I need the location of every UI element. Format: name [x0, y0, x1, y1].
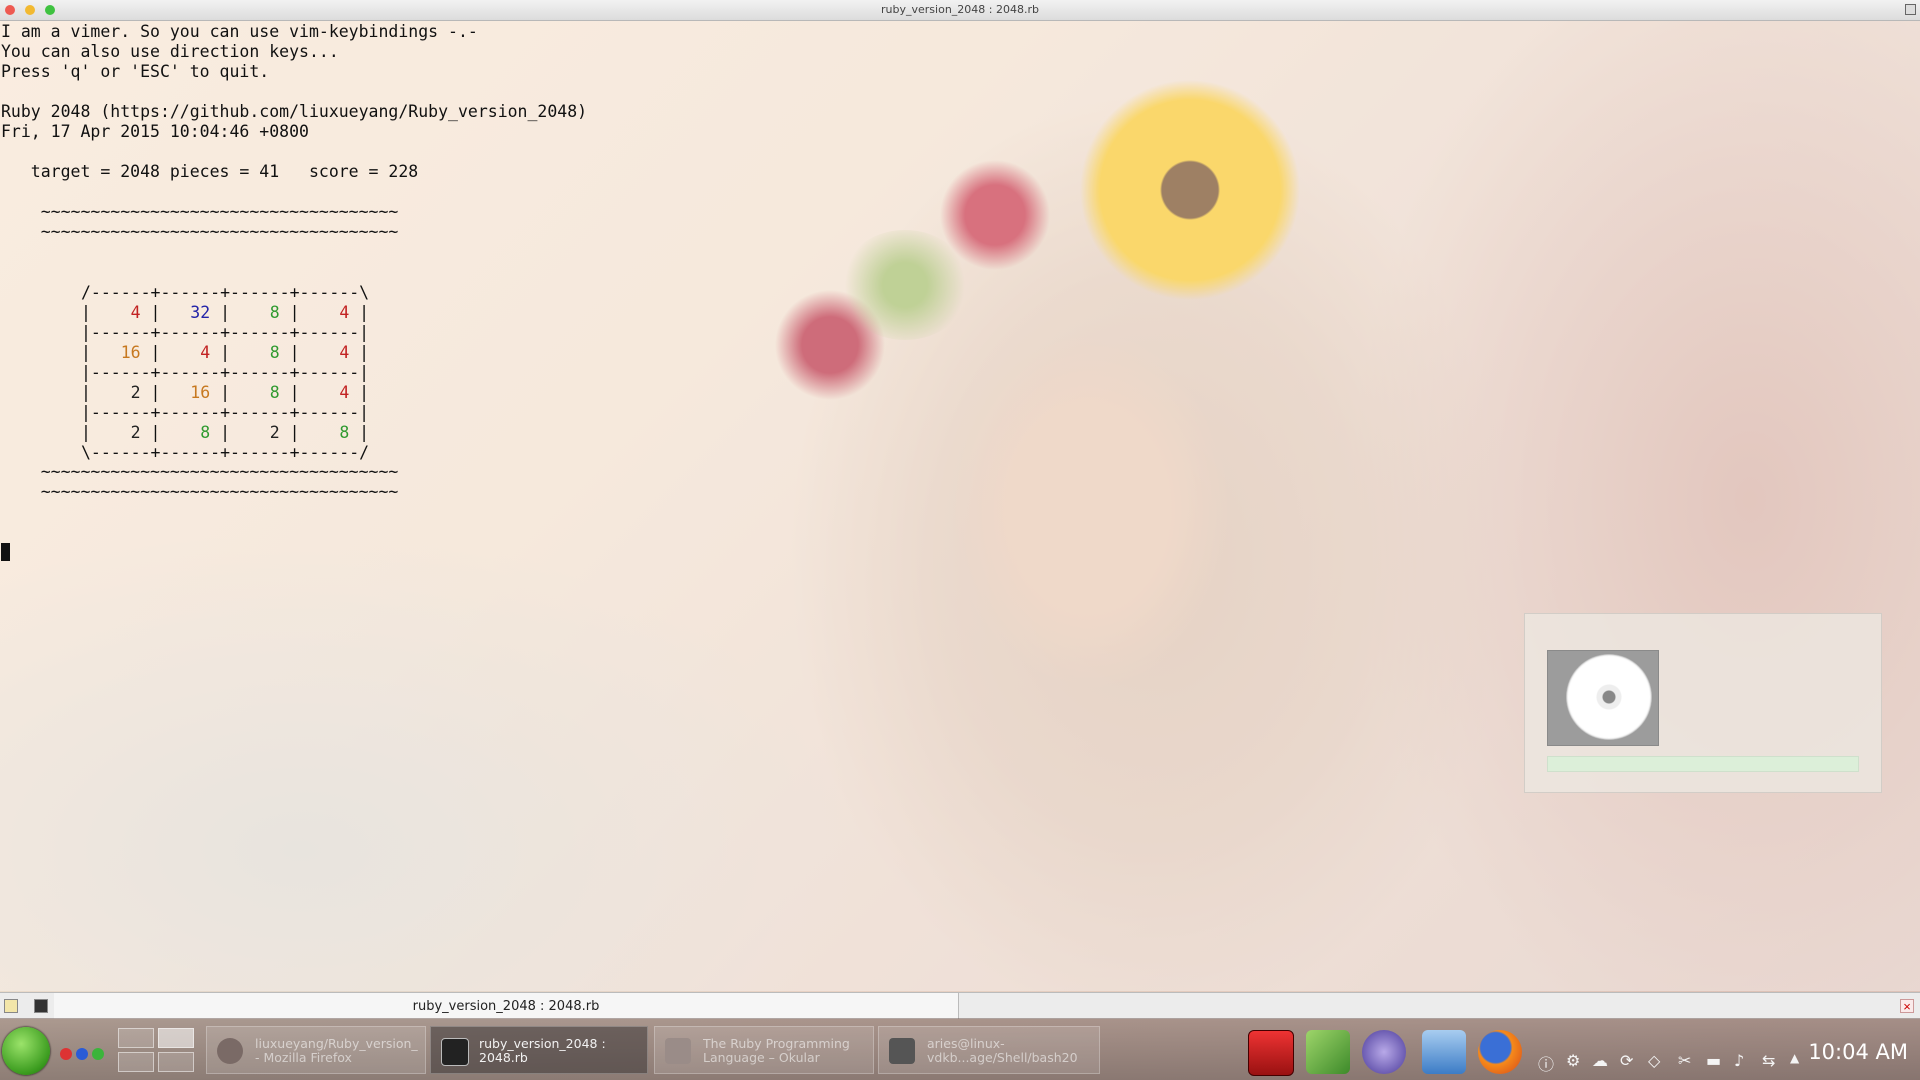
tile-value: 2 — [230, 423, 280, 442]
workspace-4[interactable] — [158, 1052, 194, 1072]
workspace-3[interactable] — [118, 1052, 154, 1072]
red-dot-icon[interactable] — [60, 1048, 72, 1060]
start-menu-button[interactable] — [2, 1027, 50, 1075]
info-icon[interactable]: ⓘ — [1538, 1051, 1554, 1075]
tray-expand-icon[interactable]: ▲ — [1790, 1051, 1799, 1065]
tile-value: 16 — [90, 343, 141, 362]
okular-icon — [665, 1038, 691, 1064]
file-manager-icon[interactable] — [1422, 1030, 1466, 1074]
keyboard-icon[interactable]: ▬ — [1706, 1051, 1721, 1070]
tile-value: 8 — [160, 423, 211, 442]
terminal-tabbar: ruby_version_2048 : 2048.rb × — [0, 992, 1920, 1019]
window-title: ruby_version_2048 : 2048.rb — [881, 3, 1039, 16]
tab-title: ruby_version_2048 : 2048.rb — [412, 999, 600, 1014]
terminal-line: Press 'q' or 'ESC' to quit. — [1, 62, 270, 81]
terminal-icon — [441, 1038, 469, 1066]
window-menu-icon[interactable] — [1905, 4, 1916, 15]
disc-icon-frame — [1547, 650, 1659, 746]
task-label: ruby_version_2048 : 2048.rb — [479, 1037, 606, 1065]
task-terminal[interactable]: ruby_version_2048 : 2048.rb — [430, 1026, 648, 1074]
window-titlebar[interactable]: ruby_version_2048 : 2048.rb — [0, 0, 1920, 21]
workspace-2[interactable] — [158, 1028, 194, 1048]
task-shell[interactable]: aries@linux- vdkb...age/Shell/bash20 — [878, 1026, 1100, 1074]
green-dot-icon[interactable] — [92, 1048, 104, 1060]
disc-icon — [1566, 654, 1652, 740]
tile-value: 2 — [90, 383, 141, 402]
tilde-border: ~~~~~~~~~~~~~~~~~~~~~~~~~~~~~~~~~~~~ — [1, 462, 399, 481]
tile-value: 2 — [90, 423, 141, 442]
clock[interactable]: 10:04 AM — [1808, 1040, 1908, 1064]
board-separator: |------+------+------+------| — [81, 403, 370, 422]
terminal-line: I am a vimer. So you can use vim-keybind… — [1, 22, 478, 41]
taskbar: liuxueyang/Ruby_version_ - Mozilla Firef… — [0, 1018, 1920, 1080]
game-board: /------+------+------+------\ | 4 | 32 | … — [81, 283, 369, 463]
task-label: aries@linux- vdkb...age/Shell/bash20 — [927, 1037, 1078, 1065]
board-separator: |------+------+------+------| — [81, 363, 370, 382]
emacs-icon[interactable] — [1362, 1030, 1406, 1074]
new-tab-icon[interactable] — [4, 999, 18, 1013]
board-row: | 16 | 4 | 8 | 4 | — [81, 343, 370, 362]
tilde-border: ~~~~~~~~~~~~~~~~~~~~~~~~~~~~~~~~~~~~ — [1, 222, 399, 241]
workspace-1[interactable] — [118, 1028, 154, 1048]
board-row: | 4 | 32 | 8 | 4 | — [81, 303, 370, 322]
board-row: | 2 | 16 | 8 | 4 | — [81, 383, 370, 402]
terminal-icon[interactable] — [34, 999, 48, 1013]
status-line: target = 2048 pieces = 41 score = 228 — [1, 162, 419, 181]
firefox-icon[interactable] — [1478, 1030, 1522, 1074]
tile-value: 8 — [230, 343, 280, 362]
tilde-border: ~~~~~~~~~~~~~~~~~~~~~~~~~~~~~~~~~~~~ — [1, 202, 399, 221]
weather-icon[interactable]: ☁ — [1592, 1051, 1608, 1070]
tile-value: 4 — [299, 383, 350, 402]
terminal-icon — [889, 1038, 915, 1064]
tab-active[interactable]: ruby_version_2048 : 2048.rb — [54, 993, 959, 1019]
terminal-line: Ruby 2048 (https://github.com/liuxueyang… — [1, 102, 588, 121]
blue-dot-icon[interactable] — [76, 1048, 88, 1060]
tile-value: 4 — [90, 303, 141, 322]
connection-icon[interactable]: ⇆ — [1762, 1051, 1775, 1070]
task-label: liuxueyang/Ruby_version_ - Mozilla Firef… — [255, 1037, 418, 1065]
board-border-bottom: \------+------+------+------/ — [81, 443, 370, 462]
board-border-top: /------+------+------+------\ — [81, 283, 370, 302]
updater-icon[interactable]: ⟳ — [1620, 1051, 1633, 1070]
tile-value: 8 — [230, 303, 280, 322]
tile-value: 4 — [299, 343, 350, 362]
tile-value: 16 — [160, 383, 211, 402]
volume-icon[interactable]: ♪ — [1734, 1051, 1744, 1070]
app-launcher-red-icon[interactable] — [1248, 1030, 1294, 1076]
close-tab-icon[interactable]: × — [1900, 999, 1914, 1014]
device-notification[interactable] — [1524, 613, 1882, 793]
tile-value: 4 — [299, 303, 350, 322]
clipboard-icon[interactable]: ✂ — [1678, 1051, 1691, 1070]
gvim-icon[interactable] — [1306, 1030, 1350, 1074]
board-separator: |------+------+------+------| — [81, 323, 370, 342]
terminal-view[interactable]: I am a vimer. So you can use vim-keybind… — [0, 21, 1920, 991]
firefox-icon — [217, 1038, 243, 1064]
tile-value: 8 — [230, 383, 280, 402]
board-row: | 2 | 8 | 2 | 8 | — [81, 423, 370, 442]
tile-value: 32 — [160, 303, 211, 322]
settings-icon[interactable]: ⚙ — [1566, 1051, 1580, 1070]
terminal-line: Fri, 17 Apr 2015 10:04:46 +0800 — [1, 122, 309, 141]
network-icon[interactable]: ◇ — [1648, 1051, 1660, 1070]
notification-progress-bar — [1547, 756, 1859, 772]
tilde-border: ~~~~~~~~~~~~~~~~~~~~~~~~~~~~~~~~~~~~ — [1, 482, 399, 501]
terminal-cursor — [1, 543, 10, 561]
task-label: The Ruby Programming Language – Okular — [703, 1037, 850, 1065]
tile-value: 4 — [160, 343, 211, 362]
terminal-line: You can also use direction keys... — [1, 42, 339, 61]
task-firefox[interactable]: liuxueyang/Ruby_version_ - Mozilla Firef… — [206, 1026, 426, 1074]
tile-value: 8 — [299, 423, 350, 442]
task-okular[interactable]: The Ruby Programming Language – Okular — [654, 1026, 874, 1074]
